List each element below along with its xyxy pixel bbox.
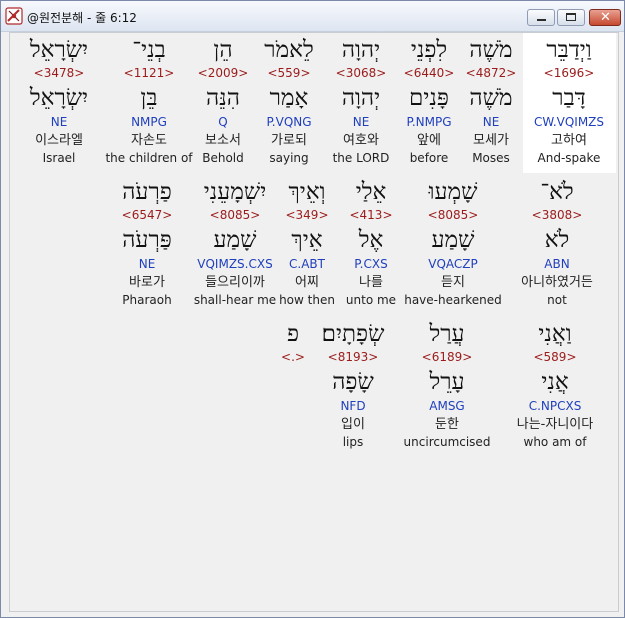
verse-row: לֹא־ <3808> לֹא ABN 아니하였거든 not שָׁמְעוּ <8085> ש… bbox=[10, 175, 618, 315]
title-bar[interactable]: @원전분해 - 줄 6:12 ✕ bbox=[1, 1, 624, 32]
english-gloss: who am of bbox=[523, 435, 587, 449]
maximize-button[interactable] bbox=[557, 9, 585, 26]
korean-gloss: 둔한 bbox=[435, 417, 459, 432]
interlinear-panel: וַיְדַבֵּר <1696> דָּבַר CW.VQIMZS 고하여 And-sp… bbox=[9, 32, 619, 612]
lemma-word: פַּרְעֹה bbox=[122, 227, 172, 253]
window-title: @원전분해 - 줄 6:12 bbox=[27, 11, 137, 25]
hebrew-word: יִשְׁמָעֵנִי bbox=[203, 179, 267, 205]
lemma-word: בֵּן bbox=[140, 85, 158, 111]
morphology-code: VQIMZS.CXS bbox=[197, 257, 273, 271]
word-cell[interactable]: יִשְׂרָאֵל <3478> יִשְׂרָאֵל NE 이스라엘 Israel bbox=[9, 33, 109, 166]
korean-gloss: 나는-자니이다 bbox=[516, 417, 594, 432]
english-gloss: not bbox=[547, 293, 567, 307]
morphology-code: NE bbox=[138, 257, 156, 271]
morphology-code: NE bbox=[50, 115, 68, 129]
morphology-code: ABN bbox=[544, 257, 570, 271]
hebrew-word: וַאֲנִי bbox=[538, 321, 572, 347]
morphology-code: AMSG bbox=[429, 399, 465, 413]
minimize-button[interactable] bbox=[527, 9, 555, 26]
hebrew-word: עֲרַל bbox=[429, 321, 465, 347]
word-cell[interactable]: בְנֵי־ <1121> בֵּן NMPG 자손도 the children of bbox=[99, 33, 199, 166]
morphology-code: C.NPCXS bbox=[528, 399, 582, 413]
hebrew-word: פַרְעֹה bbox=[122, 179, 172, 205]
hebrew-word: לֹא־ bbox=[540, 179, 574, 205]
app-window: @원전분해 - 줄 6:12 ✕ וַיְדַבֵּר <1696> דָּבַר C… bbox=[0, 0, 625, 618]
hebrew-word: יִשְׂרָאֵל bbox=[29, 37, 89, 63]
maximize-icon bbox=[566, 13, 576, 21]
strong-number: <6189> bbox=[421, 350, 473, 364]
english-gloss: uncircumcised bbox=[403, 435, 491, 449]
word-cell[interactable]: וַאֲנִי <589> אֲנִי C.NPCXS 나는-자니이다 who am of bbox=[505, 317, 605, 450]
strong-number: <8085> bbox=[209, 208, 261, 222]
strong-number: <3808> bbox=[531, 208, 583, 222]
morphology-code bbox=[243, 397, 343, 415]
lemma-word: שָׁמַע bbox=[213, 227, 257, 253]
korean-gloss: 이스라엘 bbox=[35, 133, 83, 148]
lemma-word: עָרֵל bbox=[429, 369, 465, 395]
morphology-code: NMPG bbox=[131, 115, 167, 129]
korean-gloss: 아니하였거든 bbox=[521, 275, 593, 290]
english-gloss: the children of bbox=[105, 151, 193, 165]
strong-number: <.> bbox=[281, 350, 305, 364]
verse-row: וַאֲנִי <589> אֲנִי C.NPCXS 나는-자니이다 who am of… bbox=[10, 317, 618, 457]
hebrew-word: פ bbox=[286, 321, 300, 347]
strong-number: <6547> bbox=[121, 208, 173, 222]
english-gloss: shall-hear me bbox=[193, 293, 277, 307]
korean-gloss: 들으리이까 bbox=[205, 275, 265, 290]
lemma-word: יִשְׂרָאֵל bbox=[29, 85, 89, 111]
korean-gloss bbox=[243, 415, 343, 434]
strong-number: <589> bbox=[533, 350, 577, 364]
word-cell[interactable]: עֲרַל <6189> עָרֵל AMSG 둔한 uncircumcised bbox=[397, 317, 497, 450]
english-gloss: Israel bbox=[42, 151, 76, 165]
strong-number: <1121> bbox=[123, 66, 175, 80]
close-icon: ✕ bbox=[600, 10, 611, 25]
english-gloss: Pharaoh bbox=[122, 293, 172, 307]
lemma-word bbox=[243, 365, 343, 397]
korean-gloss: 자손도 bbox=[131, 133, 167, 148]
lemma-word: לֹא bbox=[544, 227, 570, 253]
korean-gloss: 바로가 bbox=[129, 275, 165, 290]
word-cell[interactable]: יִשְׁמָעֵנִי <8085> שָׁמַע VQIMZS.CXS 들으리이까 s… bbox=[185, 175, 285, 308]
hebrew-word: בְנֵי־ bbox=[132, 37, 166, 63]
word-cell[interactable]: פ <.> bbox=[243, 317, 343, 450]
verse-row: וַיְדַבֵּר <1696> דָּבַר CW.VQIMZS 고하여 And-sp… bbox=[10, 33, 618, 173]
close-button[interactable]: ✕ bbox=[589, 9, 621, 26]
minimize-icon bbox=[537, 19, 546, 21]
lemma-word: אֲנִי bbox=[541, 369, 569, 395]
strong-number: <3478> bbox=[33, 66, 85, 80]
word-cell[interactable]: פַרְעֹה <6547> פַּרְעֹה NE 바로가 Pharaoh bbox=[97, 175, 197, 308]
english-gloss bbox=[243, 434, 343, 450]
word-cell[interactable]: לֹא־ <3808> לֹא ABN 아니하였거든 not bbox=[507, 175, 607, 308]
app-logo-icon bbox=[5, 7, 23, 25]
